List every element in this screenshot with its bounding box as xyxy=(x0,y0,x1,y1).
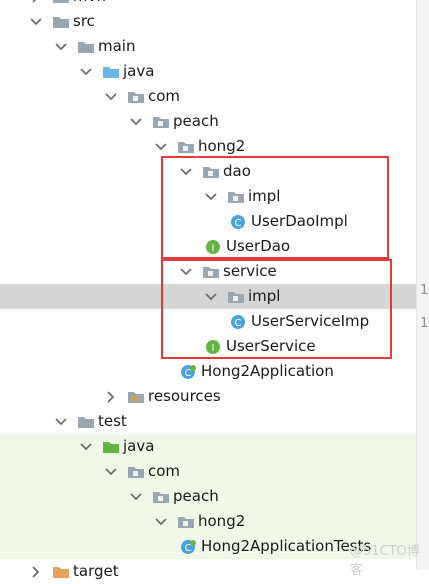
tree-row[interactable]: src xyxy=(0,9,416,34)
tree-row[interactable]: mvn xyxy=(0,0,416,9)
package-icon xyxy=(152,114,170,130)
tree-item-label: test xyxy=(98,412,127,430)
spring-app-icon: C xyxy=(180,364,198,380)
chevron-down-icon[interactable] xyxy=(153,139,169,155)
package-icon xyxy=(152,489,170,505)
tree-item-label: main xyxy=(98,37,136,55)
package-icon xyxy=(127,89,145,105)
folder-icon xyxy=(77,39,95,55)
tree-item-label: target xyxy=(73,562,119,580)
highlight-box-dao xyxy=(161,156,389,259)
highlight-box-service xyxy=(161,259,392,359)
chevron-right-icon[interactable] xyxy=(28,564,44,580)
chevron-down-icon[interactable] xyxy=(78,439,94,455)
line-number: 1 xyxy=(420,283,429,298)
tree-item-label: src xyxy=(73,12,95,30)
chevron-down-icon[interactable] xyxy=(153,514,169,530)
tree-item-label: mvn xyxy=(73,0,106,9)
chevron-right-icon[interactable] xyxy=(103,389,119,405)
package-icon xyxy=(177,514,195,530)
chevron-down-icon[interactable] xyxy=(128,114,144,130)
tree-row[interactable]: java xyxy=(0,59,416,84)
folder-icon xyxy=(52,14,70,30)
line-number: 1 xyxy=(420,316,429,331)
tree-row[interactable]: peach xyxy=(0,109,416,134)
resources-folder-icon xyxy=(127,389,145,405)
tree-row[interactable]: peach xyxy=(0,484,416,509)
source-folder-icon xyxy=(102,64,120,80)
tree-row[interactable]: com xyxy=(0,459,416,484)
tree-item-label: com xyxy=(148,462,181,480)
chevron-down-icon[interactable] xyxy=(103,464,119,480)
chevron-down-icon[interactable] xyxy=(53,414,69,430)
folder-icon xyxy=(52,0,70,5)
folder-icon xyxy=(77,414,95,430)
tree-item-label: hong2 xyxy=(198,512,246,530)
tree-item-label: java xyxy=(123,62,155,80)
chevron-down-icon[interactable] xyxy=(128,489,144,505)
tree-row[interactable]: C Hong2Application xyxy=(0,359,416,384)
test-source-folder-icon xyxy=(102,439,120,455)
tree-item-label: com xyxy=(148,87,181,105)
tree-row[interactable]: hong2 xyxy=(0,509,416,534)
tree-item-label: peach xyxy=(173,487,219,505)
tree-row[interactable]: com xyxy=(0,84,416,109)
tree-item-label: Hong2ApplicationTests xyxy=(201,537,372,555)
tree-item-label: resources xyxy=(148,387,221,405)
tree-item-label: Hong2Application xyxy=(201,362,334,380)
tree-item-label: peach xyxy=(173,112,219,130)
tree-item-label: java xyxy=(123,437,155,455)
svg-text:C: C xyxy=(185,543,192,554)
watermark: @51CTO博客 xyxy=(350,544,420,578)
spring-app-icon: C xyxy=(180,539,198,555)
chevron-right-icon[interactable] xyxy=(28,0,44,5)
svg-text:C: C xyxy=(185,368,192,379)
tree-row[interactable]: resources xyxy=(0,384,416,409)
chevron-down-icon[interactable] xyxy=(28,14,44,30)
tree-row[interactable]: main xyxy=(0,34,416,59)
excluded-folder-icon xyxy=(52,564,70,580)
chevron-down-icon[interactable] xyxy=(103,89,119,105)
chevron-down-icon[interactable] xyxy=(78,64,94,80)
tree-row[interactable]: test xyxy=(0,409,416,434)
package-icon xyxy=(177,139,195,155)
tree-row[interactable]: java xyxy=(0,434,416,459)
chevron-down-icon[interactable] xyxy=(53,39,69,55)
package-icon xyxy=(127,464,145,480)
